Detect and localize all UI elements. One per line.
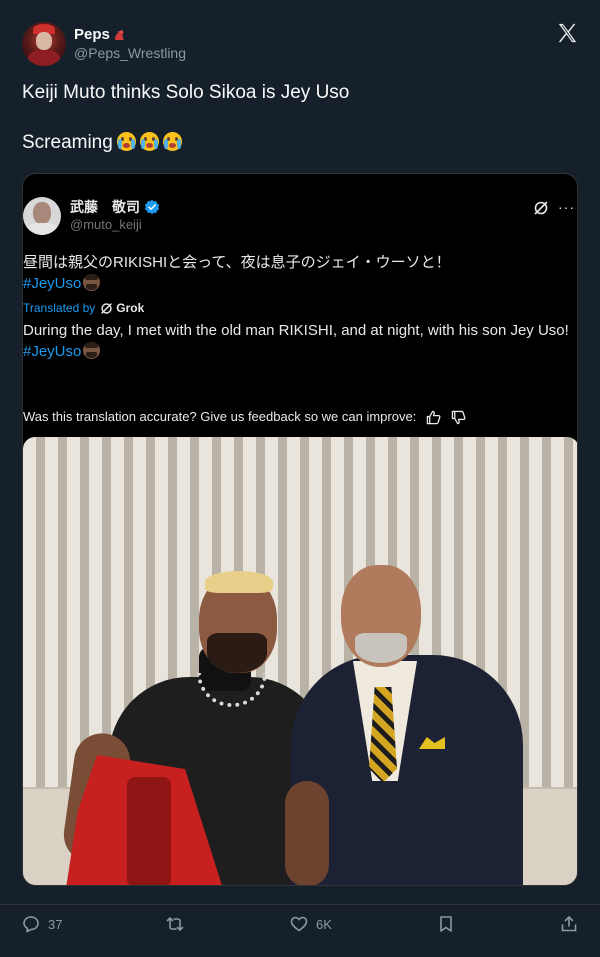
tweet-line-2: Screaming [22, 130, 578, 156]
x-logo-icon[interactable] [556, 22, 578, 44]
more-options-icon[interactable]: ··· [558, 200, 575, 214]
author-display-name[interactable]: Peps [74, 26, 110, 44]
man-emoji-icon [83, 274, 101, 291]
crying-face-icon [116, 132, 136, 151]
quoted-header: 武藤 敬司 @muto_keiji [23, 196, 160, 236]
quoted-photo[interactable] [23, 437, 577, 885]
tweet-actions: 37 6K [0, 904, 600, 946]
tweet-line-1: Keiji Muto thinks Solo Sikoa is Jey Uso [22, 82, 350, 103]
bookmark-button[interactable] [437, 915, 455, 933]
quoted-translation: During the day, I met with the old man R… [23, 322, 569, 339]
crying-face-icon [139, 132, 159, 151]
retweet-button[interactable] [166, 915, 184, 933]
translation-feedback: Was this translation accurate? Give us f… [23, 408, 466, 426]
translated-by-label[interactable]: Translated by [23, 300, 95, 316]
quoted-names: 武藤 敬司 @muto_keiji [70, 198, 160, 234]
share-button[interactable] [560, 915, 578, 933]
author-names: Peps @Peps_Wrestling [74, 26, 186, 62]
man-emoji-icon [83, 342, 101, 359]
author-avatar[interactable] [22, 22, 66, 66]
like-button[interactable]: 6K [290, 915, 332, 933]
hashtag-link-2[interactable]: #JeyUso [23, 343, 81, 360]
photo-person-1-hair [205, 571, 273, 593]
quoted-tweet[interactable]: 武藤 敬司 @muto_keiji ··· 昼間は親父のRIKISHIと会って、… [22, 173, 578, 886]
bookmark-icon [440, 916, 452, 932]
quoted-original-text: 昼間は親父のRIKISHIと会って、夜は息子のジェイ・ウーソと！ [23, 254, 451, 271]
author-display-name-row[interactable]: Peps [74, 26, 186, 44]
grok-small-icon [101, 302, 113, 314]
translator-name: Grok [116, 301, 145, 315]
quoted-avatar-head [33, 202, 51, 224]
photo-person-2-beard [355, 633, 407, 663]
author-handle[interactable]: @Peps_Wrestling [74, 44, 186, 62]
helmet-emoji-icon [114, 29, 124, 40]
translated-by: Translated by Grok [23, 300, 577, 316]
quoted-hashtag-line: #JeyUso [23, 273, 577, 294]
avatar-face [36, 32, 52, 50]
grok-icon[interactable] [533, 200, 549, 216]
thumbs-down-icon[interactable] [451, 410, 466, 425]
quoted-avatar[interactable] [23, 197, 61, 235]
quoted-display-name[interactable]: 武藤 敬司 [70, 198, 140, 216]
feedback-text: Was this translation accurate? Give us f… [23, 409, 417, 424]
reply-button[interactable]: 37 [22, 915, 62, 933]
reply-icon [23, 916, 39, 933]
photo-red-jacket-lining [127, 777, 171, 885]
tweet-line-2-text: Screaming [22, 132, 113, 153]
heart-icon [290, 916, 308, 932]
avatar-body [28, 50, 60, 66]
tweet-header: Peps @Peps_Wrestling [22, 22, 186, 66]
retweet-icon [166, 917, 184, 931]
hashtag-link[interactable]: #JeyUso [23, 275, 81, 292]
quoted-display-name-row[interactable]: 武藤 敬司 [70, 198, 160, 216]
translator-name-wrap[interactable]: Grok [100, 300, 144, 316]
like-count: 6K [316, 916, 332, 932]
share-icon [561, 916, 577, 932]
quoted-handle[interactable]: @muto_keiji [70, 216, 160, 234]
crying-face-icon [162, 132, 182, 151]
thumbs-up-icon[interactable] [426, 410, 441, 425]
reply-count: 37 [48, 916, 63, 932]
quoted-hashtag-line-2: #JeyUso [23, 341, 577, 362]
photo-person-1-beard [207, 633, 267, 673]
quoted-avatar-shirt [27, 223, 57, 235]
verified-badge-icon [144, 199, 160, 215]
photo-person-1-tattoo-arm [285, 781, 329, 885]
quoted-body: 昼間は親父のRIKISHIと会って、夜は息子のジェイ・ウーソと！ #JeyUso… [23, 252, 577, 362]
tweet-card: Peps @Peps_Wrestling Keiji Muto thinks S… [0, 0, 600, 957]
tweet-text: Keiji Muto thinks Solo Sikoa is Jey Uso … [22, 80, 578, 156]
